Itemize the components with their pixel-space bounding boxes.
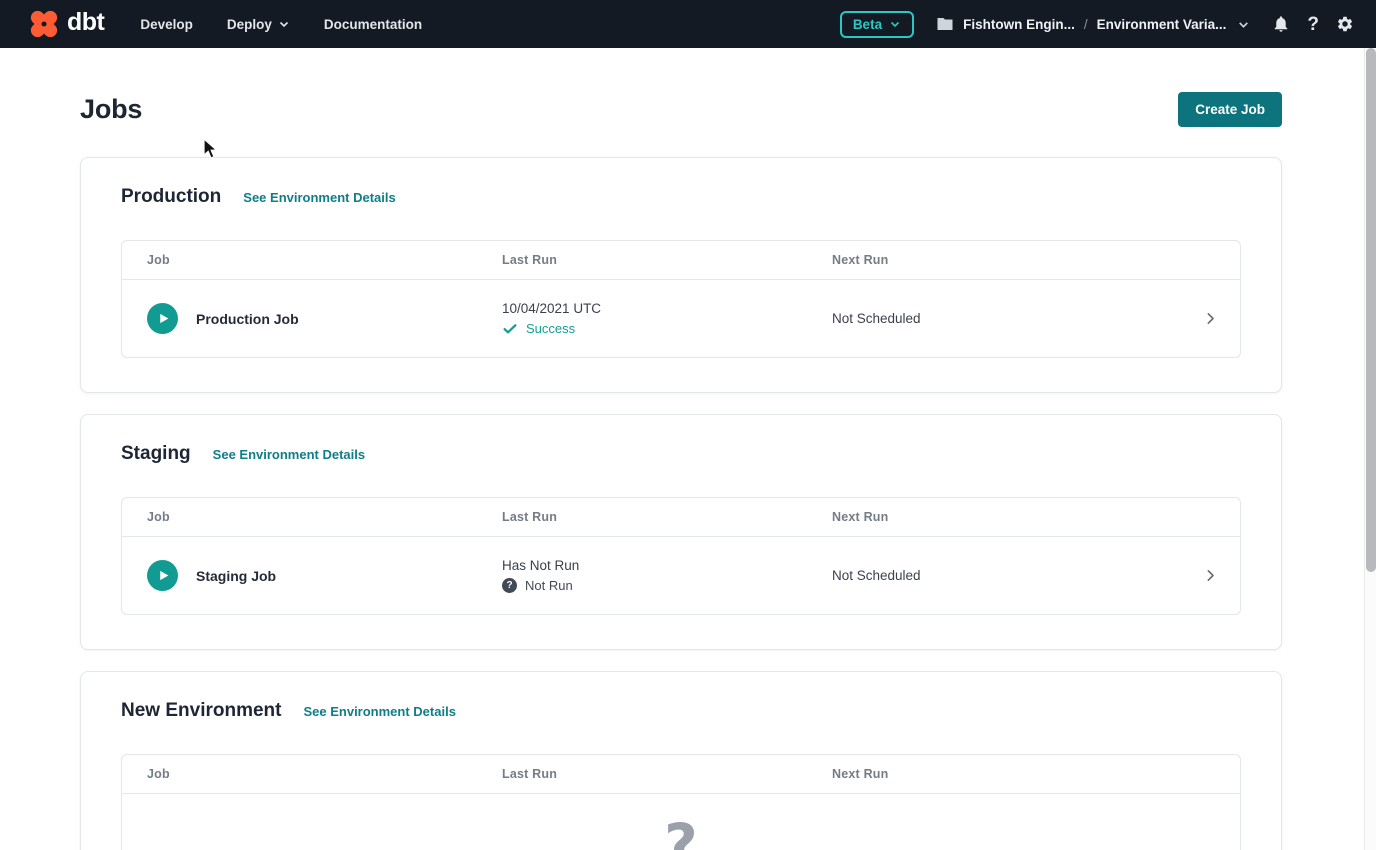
chevron-down-icon	[278, 18, 290, 30]
column-header-job: Job	[122, 253, 477, 267]
vertical-scrollbar[interactable]	[1364, 48, 1376, 850]
nav-item-deploy[interactable]: Deploy	[227, 17, 290, 32]
nav-menu: Develop Deploy Documentation	[140, 17, 422, 32]
breadcrumb-project[interactable]: Fishtown Engin...	[963, 17, 1075, 32]
see-environment-details-link[interactable]: See Environment Details	[213, 447, 365, 462]
last-run-date: Has Not Run	[502, 558, 807, 573]
help-circle-icon: ?	[664, 816, 698, 850]
next-run: Not Scheduled	[807, 568, 1180, 583]
column-header-next-run: Next Run	[807, 767, 1180, 781]
column-header-next-run: Next Run	[807, 253, 1180, 267]
see-environment-details-link[interactable]: See Environment Details	[303, 704, 455, 719]
last-run-status: Success	[526, 321, 575, 336]
last-run-status: Not Run	[525, 578, 573, 593]
job-row[interactable]: Staging Job Has Not Run ? Not Run Not Sc…	[122, 537, 1240, 614]
dbt-logo[interactable]: dbt	[26, 6, 104, 42]
bell-icon[interactable]	[1272, 15, 1290, 33]
chevron-right-icon[interactable]	[1203, 311, 1218, 326]
run-job-button[interactable]	[147, 560, 178, 591]
nav-item-develop[interactable]: Develop	[140, 17, 193, 32]
help-icon[interactable]: ?	[1307, 15, 1319, 34]
last-run-date: 10/04/2021 UTC	[502, 301, 807, 316]
next-run: Not Scheduled	[807, 311, 1180, 326]
jobs-table: Job Last Run Next Run Production Job 10/…	[121, 240, 1241, 358]
nav-item-label: Documentation	[324, 17, 422, 32]
run-job-button[interactable]	[147, 303, 178, 334]
play-icon	[157, 569, 170, 582]
gear-icon[interactable]	[1336, 15, 1354, 33]
chevron-down-icon	[889, 18, 901, 30]
page-title: Jobs	[80, 94, 142, 125]
beta-dropdown[interactable]: Beta	[840, 11, 914, 38]
breadcrumb-page[interactable]: Environment Varia...	[1097, 17, 1227, 32]
environment-card: Production See Environment Details Job L…	[80, 157, 1282, 393]
breadcrumb: Fishtown Engin... / Environment Varia...	[936, 15, 1250, 33]
job-name: Production Job	[196, 311, 299, 327]
environment-list: Production See Environment Details Job L…	[80, 157, 1282, 850]
jobs-table-header: Job Last Run Next Run	[122, 241, 1240, 279]
nav-icons: ?	[1272, 15, 1360, 34]
nav-item-label: Deploy	[227, 17, 272, 32]
job-name: Staging Job	[196, 568, 276, 584]
nav-item-documentation[interactable]: Documentation	[324, 17, 422, 32]
jobs-table-header: Job Last Run Next Run	[122, 755, 1240, 793]
jobs-table: Job Last Run Next Run Staging Job Has No…	[121, 497, 1241, 615]
environment-name: New Environment	[121, 700, 281, 722]
column-header-last-run: Last Run	[477, 510, 807, 524]
environment-name: Staging	[121, 443, 191, 465]
column-header-last-run: Last Run	[477, 253, 807, 267]
chevron-down-icon[interactable]	[1237, 18, 1250, 31]
jobs-table-header: Job Last Run Next Run	[122, 498, 1240, 536]
column-header-job: Job	[122, 767, 477, 781]
column-header-last-run: Last Run	[477, 767, 807, 781]
play-icon	[157, 312, 170, 325]
job-row[interactable]: Production Job 10/04/2021 UTC Success No…	[122, 280, 1240, 357]
environment-card: New Environment See Environment Details …	[80, 671, 1282, 850]
main-content: Jobs Create Job Production See Environme…	[0, 92, 1376, 850]
chevron-right-icon[interactable]	[1203, 568, 1218, 583]
folder-icon	[936, 15, 954, 33]
dbt-logo-icon	[26, 6, 62, 42]
column-header-next-run: Next Run	[807, 510, 1180, 524]
see-environment-details-link[interactable]: See Environment Details	[243, 190, 395, 205]
nav-item-label: Develop	[140, 17, 193, 32]
beta-label: Beta	[853, 17, 882, 32]
top-nav: dbt Develop Deploy Documentation Beta Fi…	[0, 0, 1376, 48]
scrollbar-thumb[interactable]	[1366, 48, 1376, 572]
column-header-job: Job	[122, 510, 477, 524]
not-run-icon: ?	[502, 578, 517, 593]
brand-text: dbt	[67, 10, 104, 39]
jobs-table: Job Last Run Next Run ?	[121, 754, 1241, 850]
create-job-button[interactable]: Create Job	[1178, 92, 1282, 127]
environment-name: Production	[121, 186, 221, 208]
success-check-icon	[502, 321, 518, 337]
empty-jobs-state: ?	[122, 794, 1240, 850]
breadcrumb-separator: /	[1084, 17, 1088, 32]
environment-card: Staging See Environment Details Job Last…	[80, 414, 1282, 650]
